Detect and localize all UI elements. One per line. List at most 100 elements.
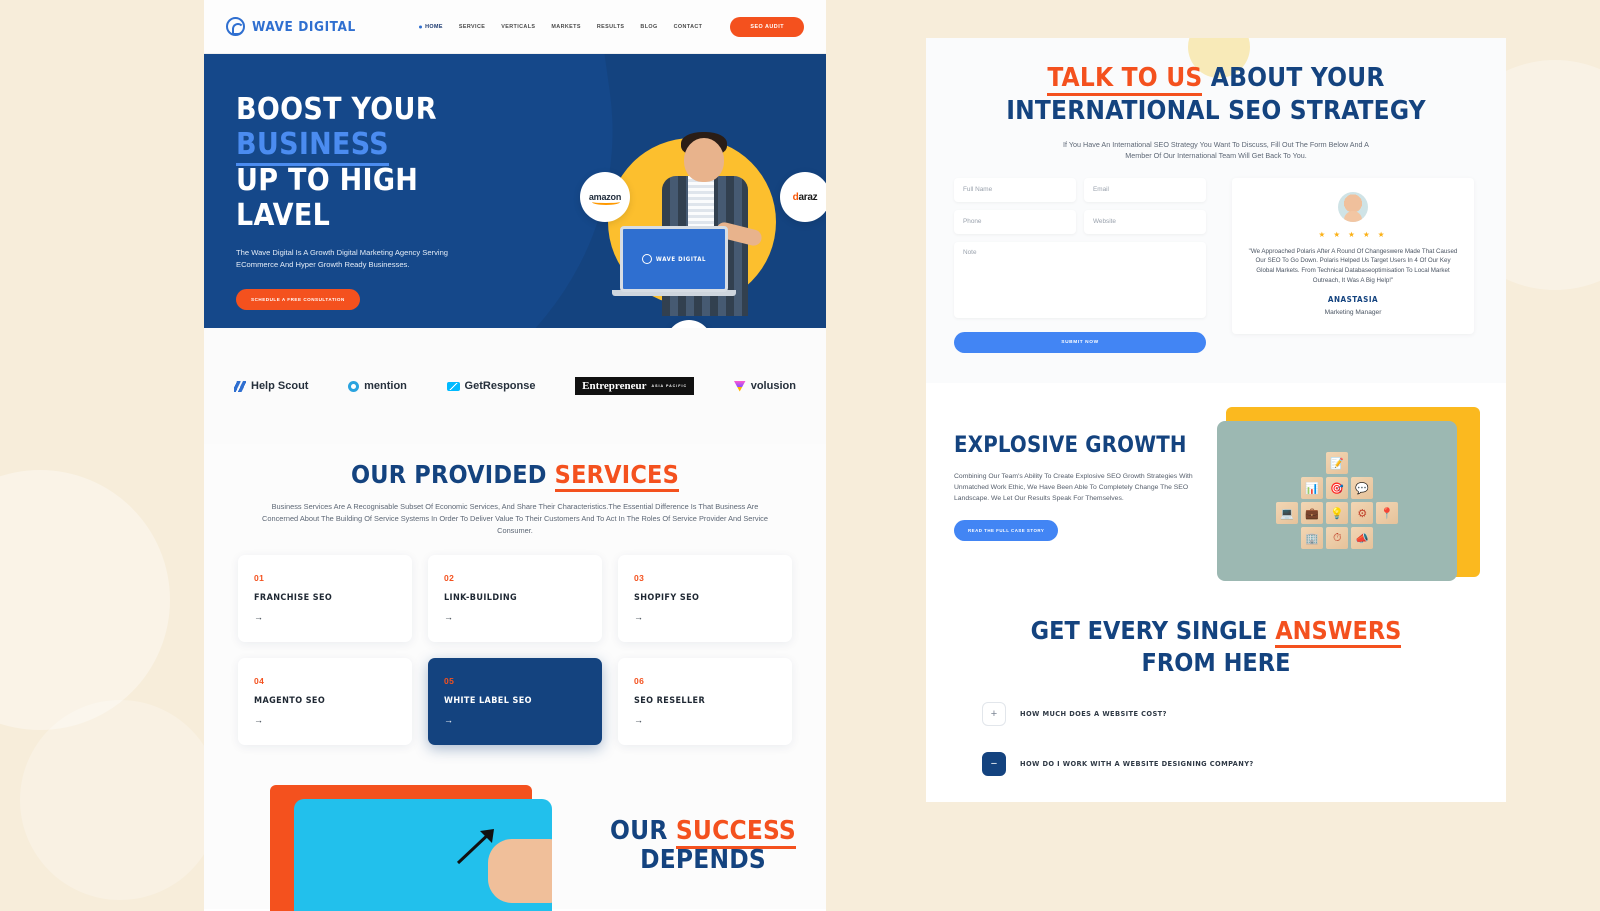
nav-item-blog[interactable]: BLOG <box>640 24 657 30</box>
services-section: OUR PROVIDED SERVICES Business Services … <box>204 444 826 911</box>
block-empty <box>1276 477 1298 499</box>
brand-label: mention <box>364 380 407 392</box>
contact-title: TALK TO US ABOUT YOUR INTERNATIONAL SEO … <box>954 62 1478 129</box>
daraz-logo: daraz <box>792 191 818 203</box>
laptop-icon: 💻 <box>1276 502 1299 525</box>
service-card[interactable]: 04 MAGENTO SEO → <box>238 657 412 745</box>
chat-icon: 💬 <box>1351 477 1374 500</box>
services-title-highlight: SERVICES <box>554 460 680 492</box>
nav-item-results[interactable]: RESULTS <box>597 24 625 30</box>
brand-label: volusion <box>750 380 796 392</box>
avatar <box>1338 191 1368 222</box>
faq-item[interactable]: + HOW MUCH DOES A WEBSITE COST? <box>982 701 1450 726</box>
contact-section: TALK TO US ABOUT YOUR INTERNATIONAL SEO … <box>926 38 1506 383</box>
plus-icon[interactable]: + <box>982 701 1006 726</box>
note-icon: 📝 <box>1326 452 1349 475</box>
testimonial-author: ANASTASIA <box>1327 294 1379 304</box>
hand-image <box>488 838 552 903</box>
brand-help-scout: Help Scout <box>234 380 308 392</box>
brand-sublabel: ASIA PACIFIC <box>651 384 688 388</box>
service-name: SHOPIFY SEO <box>634 592 700 603</box>
brand-label: Entrepreneur <box>582 380 647 392</box>
briefcase-icon: 💼 <box>1301 502 1324 525</box>
website-input[interactable]: Website <box>1084 209 1206 234</box>
contact-subtitle: If You Have An International SEO Strateg… <box>1063 139 1369 161</box>
schedule-consultation-button[interactable]: SCHEDULE A FREE CONSULTATION <box>236 288 360 310</box>
service-number: 04 <box>254 675 265 686</box>
stopwatch-icon: ⏱ <box>1326 527 1349 550</box>
megaphone-icon: 📣 <box>1351 527 1374 550</box>
main-navigation: HOME SERVICE VERTICALS MARKETS RESULTS B… <box>419 16 804 37</box>
block-empty <box>1301 452 1323 474</box>
background-blob <box>0 470 170 730</box>
hero-copy: BOOST YOUR BUSINESS UP TO HIGH LAVEL The… <box>204 54 504 310</box>
nav-item-contact[interactable]: CONTACT <box>674 24 703 30</box>
seo-audit-button[interactable]: SEO AUDIT <box>730 16 804 37</box>
nav-item-verticals[interactable]: VERTICALS <box>501 24 535 30</box>
success-section: OUR SUCCESS DEPENDS <box>238 769 796 911</box>
laptop-screen: WAVE DIGITAL <box>620 226 728 292</box>
arrow-right-icon[interactable]: → <box>444 612 586 622</box>
services-title-plain: OUR PROVIDED <box>350 460 555 489</box>
growth-title: EXPLOSIVE GROWTH <box>954 432 1187 458</box>
site-logo[interactable]: WAVE DIGITAL <box>226 17 356 36</box>
minus-icon[interactable]: − <box>982 751 1006 776</box>
service-card-active[interactable]: 05 WHITE LABEL SEO → <box>428 657 602 745</box>
service-number: 02 <box>444 572 455 583</box>
testimonial-quote: "We Approached Polaris After A Round Of … <box>1248 247 1458 284</box>
block-empty <box>1376 477 1398 499</box>
service-card[interactable]: 02 LINK-BUILDING → <box>428 554 602 642</box>
arrow-right-icon[interactable]: → <box>634 715 776 725</box>
read-case-story-button[interactable]: READ THE FULL CASE STORY <box>954 519 1059 541</box>
brand-mention: mention <box>348 380 407 392</box>
service-card[interactable]: 06 SEO RESELLER → <box>618 657 792 745</box>
phone-input[interactable]: Phone <box>954 209 1076 234</box>
growth-content: EXPLOSIVE GROWTH Combining Our Team's Ab… <box>954 406 1480 589</box>
gear-icon: ⚙ <box>1351 502 1374 525</box>
block-empty <box>1276 452 1298 474</box>
badge-shohoz: sh●hoz <box>666 320 712 328</box>
nav-item-markets[interactable]: MARKETS <box>551 24 580 30</box>
hero-paragraph: The Wave Digital Is A Growth Digital Mar… <box>236 247 449 270</box>
hero-title: BOOST YOUR BUSINESS UP TO HIGH LAVEL <box>236 92 504 234</box>
growth-paragraph: Combining Our Team's Ability To Create E… <box>954 472 1193 502</box>
faq-title-line2: FROM HERE <box>1141 648 1291 678</box>
wooden-blocks-grid: 📝 📊 🎯 💬 💻 💼 💡 ⚙ 📍 🏢 ⏱ 📣 <box>1276 452 1399 550</box>
getresponse-envelope-icon <box>446 381 460 391</box>
lightbulb-icon: 💡 <box>1326 502 1349 525</box>
brand-volusion: volusion <box>733 380 796 392</box>
bar-chart-icon: 📊 <box>1301 477 1324 500</box>
full-name-input[interactable]: Full Name <box>954 177 1076 202</box>
hero-illustration: WAVE DIGITAL amazon daraz sh●hoz <box>568 130 826 328</box>
arrow-right-icon[interactable]: → <box>444 715 586 725</box>
block-empty <box>1376 527 1398 549</box>
email-input[interactable]: Email <box>1084 177 1206 202</box>
service-card[interactable]: 03 SHOPIFY SEO → <box>618 554 792 642</box>
nav-item-home[interactable]: HOME <box>419 24 443 30</box>
testimonial-card: ★ ★ ★ ★ ★ "We Approached Polaris After A… <box>1232 177 1474 334</box>
right-website-preview: TALK TO US ABOUT YOUR INTERNATIONAL SEO … <box>926 38 1506 911</box>
arrow-right-icon[interactable]: → <box>254 612 396 622</box>
submit-now-button[interactable]: SUBMIT NOW <box>954 331 1206 353</box>
arrow-right-icon[interactable]: → <box>634 612 776 622</box>
contact-form-wrapper: Full Name Email Phone Website Note SUBMI… <box>954 177 1478 353</box>
nav-item-service[interactable]: SERVICE <box>459 24 485 30</box>
success-image-block <box>294 798 552 911</box>
service-card[interactable]: 01 FRANCHISE SEO → <box>238 554 412 642</box>
faq-section: GET EVERY SINGLE ANSWERS FROM HERE + HOW… <box>954 588 1478 776</box>
faq-item[interactable]: − HOW DO I WORK WITH A WEBSITE DESIGNING… <box>982 751 1450 776</box>
arrow-right-icon[interactable]: → <box>254 715 396 725</box>
success-title: OUR SUCCESS DEPENDS <box>558 815 826 875</box>
faq-question: HOW DO I WORK WITH A WEBSITE DESIGNING C… <box>1020 759 1254 769</box>
note-textarea[interactable]: Note <box>954 241 1206 318</box>
faq-list: + HOW MUCH DOES A WEBSITE COST? − HOW DO… <box>982 701 1450 776</box>
faq-title: GET EVERY SINGLE ANSWERS FROM HERE <box>982 615 1450 680</box>
person-head <box>684 138 724 182</box>
contact-title-line2: INTERNATIONAL SEO STRATEGY <box>1006 96 1426 127</box>
building-icon: 🏢 <box>1301 527 1324 550</box>
faq-question: HOW MUCH DOES A WEBSITE COST? <box>1020 709 1167 719</box>
form-row: Phone Website <box>954 209 1206 234</box>
success-title-post: DEPENDS <box>640 844 766 875</box>
wave-logo-icon <box>226 17 245 36</box>
hero-title-plain: BOOST YOUR <box>236 92 437 127</box>
